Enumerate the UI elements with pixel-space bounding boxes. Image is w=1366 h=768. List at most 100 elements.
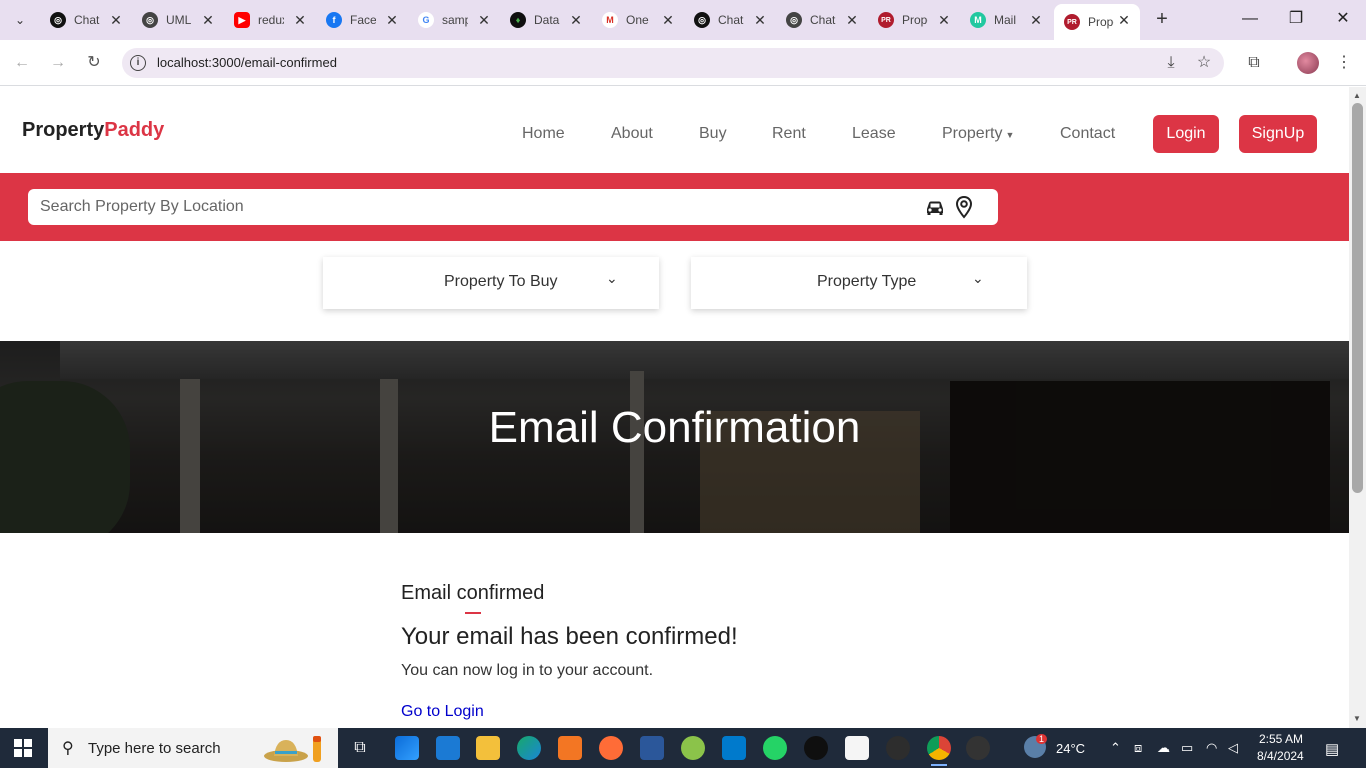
meet-now-icon[interactable]: ⧈: [1134, 740, 1142, 756]
weather-temp[interactable]: 24°C: [1056, 741, 1085, 756]
nav-property-dropdown[interactable]: Property ▼: [942, 125, 1014, 143]
scrollbar-thumb[interactable]: [1352, 103, 1363, 493]
page-viewport: PropertyPaddy Home About Buy Rent Lease …: [0, 87, 1349, 728]
media-player-icon[interactable]: [966, 736, 990, 760]
site-logo[interactable]: PropertyPaddy: [22, 119, 164, 142]
browser-tab[interactable]: PR Property ✕: [868, 4, 960, 36]
url-text[interactable]: localhost:3000/email-confirmed: [157, 55, 337, 70]
browser-tab[interactable]: ◎ UML ✕: [132, 4, 224, 36]
taskbar-search-box[interactable]: ⚲ Type here to search: [48, 728, 338, 768]
minimize-icon[interactable]: —: [1238, 8, 1262, 32]
close-icon[interactable]: ✕: [292, 12, 308, 28]
wifi-icon[interactable]: ◠: [1206, 740, 1217, 756]
nav-rent[interactable]: Rent: [772, 125, 806, 143]
restore-icon[interactable]: ❐: [1284, 8, 1308, 32]
windows-start-icon[interactable]: [14, 739, 32, 757]
chrome-icon[interactable]: [927, 736, 951, 766]
install-app-icon[interactable]: ⤓: [1160, 52, 1182, 74]
close-icon[interactable]: ✕: [476, 12, 492, 28]
go-to-login-link[interactable]: Go to Login: [401, 703, 484, 721]
new-tab-icon[interactable]: +: [1150, 8, 1174, 32]
mail-app-icon[interactable]: [436, 736, 460, 760]
property-to-buy-dropdown[interactable]: Property To Buy ⌄: [323, 257, 659, 309]
hero-banner: Email Confirmation: [0, 341, 1349, 533]
window-close-icon[interactable]: ✕: [1331, 8, 1355, 32]
cloud-app-icon[interactable]: [681, 736, 705, 760]
file-explorer-icon[interactable]: [476, 736, 500, 760]
close-icon[interactable]: ✕: [568, 12, 584, 28]
weather-badge: 1: [1036, 734, 1048, 744]
reload-icon[interactable]: ↻: [83, 52, 105, 74]
xampp-icon[interactable]: [558, 736, 582, 760]
browser-tab[interactable]: ♦ Data ✕: [500, 4, 592, 36]
nav-about[interactable]: About: [611, 125, 653, 143]
nav-contact[interactable]: Contact: [1060, 125, 1115, 143]
browser-tab[interactable]: ◎ ChatGPT ✕: [40, 4, 132, 36]
browser-tab-strip: ⌄ ◎ ChatGPT ✕ ◎ UML ✕ ▶ redux ✕ f Facebo…: [0, 0, 1366, 40]
browser-tab[interactable]: M Mail ✕: [960, 4, 1052, 36]
scroll-down-icon[interactable]: ▼: [1353, 714, 1361, 723]
browser-tab[interactable]: ◎ ChatGPT ✕: [684, 4, 776, 36]
signup-button[interactable]: SignUp: [1239, 115, 1317, 153]
close-icon[interactable]: ✕: [752, 12, 768, 28]
browser-tab[interactable]: G sample ✕: [408, 4, 500, 36]
close-icon[interactable]: ✕: [1116, 12, 1132, 28]
hero-title: Email Confirmation: [488, 403, 861, 452]
browser-tab[interactable]: ◎ ChatGPT ✕: [776, 4, 868, 36]
facebook-icon: f: [326, 12, 342, 28]
close-icon[interactable]: ✕: [936, 12, 952, 28]
microsoft-store-icon[interactable]: [395, 736, 419, 760]
property-type-dropdown[interactable]: Property Type ⌄: [691, 257, 1027, 309]
propertypaddy-icon: PR: [1064, 14, 1080, 30]
profile-avatar[interactable]: [1297, 52, 1319, 74]
capcut-icon[interactable]: [845, 736, 869, 760]
close-icon[interactable]: ✕: [660, 12, 676, 28]
vscode-icon[interactable]: [722, 736, 746, 760]
mailtrap-icon: M: [970, 12, 986, 28]
volume-icon[interactable]: ◁: [1228, 740, 1238, 756]
more-menu-icon[interactable]: ⋮: [1333, 52, 1355, 74]
clock-time[interactable]: 2:55 AM: [1259, 732, 1303, 746]
whatsapp-icon[interactable]: [763, 736, 787, 760]
task-view-icon[interactable]: ⧉: [348, 736, 372, 760]
close-icon[interactable]: ✕: [384, 12, 400, 28]
browser-tab[interactable]: f Facebook ✕: [316, 4, 408, 36]
car-icon[interactable]: [923, 195, 947, 219]
windows-taskbar: ⚲ Type here to search ⧉ 1 24°C ⌃ ⧈ ☁ ▭ ◠…: [0, 728, 1366, 768]
nav-home[interactable]: Home: [522, 125, 565, 143]
nav-buy[interactable]: Buy: [699, 125, 727, 143]
google-icon: G: [418, 12, 434, 28]
clock-date[interactable]: 8/4/2024: [1257, 749, 1304, 763]
address-bar[interactable]: i localhost:3000/email-confirmed: [122, 48, 1224, 78]
location-search-input[interactable]: Search Property By Location: [28, 189, 998, 225]
word-icon[interactable]: [640, 736, 664, 760]
edge-icon[interactable]: [517, 736, 541, 760]
login-button[interactable]: Login: [1153, 115, 1219, 153]
tab-search-icon[interactable]: ⌄: [8, 8, 32, 32]
close-icon[interactable]: ✕: [1028, 12, 1044, 28]
battery-icon[interactable]: ▭: [1181, 740, 1193, 756]
close-icon[interactable]: ✕: [108, 12, 124, 28]
bookmark-star-icon[interactable]: ☆: [1193, 52, 1215, 74]
propertypaddy-icon: PR: [878, 12, 894, 28]
obs-icon[interactable]: [886, 736, 910, 760]
close-icon[interactable]: ✕: [844, 12, 860, 28]
page-scrollbar[interactable]: ▲ ▼: [1349, 87, 1366, 728]
location-pin-icon[interactable]: [953, 195, 975, 219]
nav-lease[interactable]: Lease: [852, 125, 896, 143]
back-icon[interactable]: ←: [11, 52, 33, 74]
postman-icon[interactable]: [599, 736, 623, 760]
browser-tab[interactable]: M One ✕: [592, 4, 684, 36]
tray-chevron-up-icon[interactable]: ⌃: [1110, 740, 1121, 756]
browser-tab-active[interactable]: PR Property ✕: [1054, 4, 1140, 40]
notification-center-icon[interactable]: ▤: [1325, 740, 1339, 758]
scroll-up-icon[interactable]: ▲: [1353, 91, 1361, 100]
site-info-icon[interactable]: i: [130, 55, 146, 71]
close-icon[interactable]: ✕: [200, 12, 216, 28]
onedrive-icon[interactable]: ☁: [1157, 740, 1170, 756]
extensions-icon[interactable]: ⧉: [1243, 52, 1265, 74]
mongodb-compass-icon[interactable]: [804, 736, 828, 760]
mongodb-icon: ♦: [510, 12, 526, 28]
forward-icon[interactable]: →: [47, 52, 69, 74]
browser-tab[interactable]: ▶ redux ✕: [224, 4, 316, 36]
